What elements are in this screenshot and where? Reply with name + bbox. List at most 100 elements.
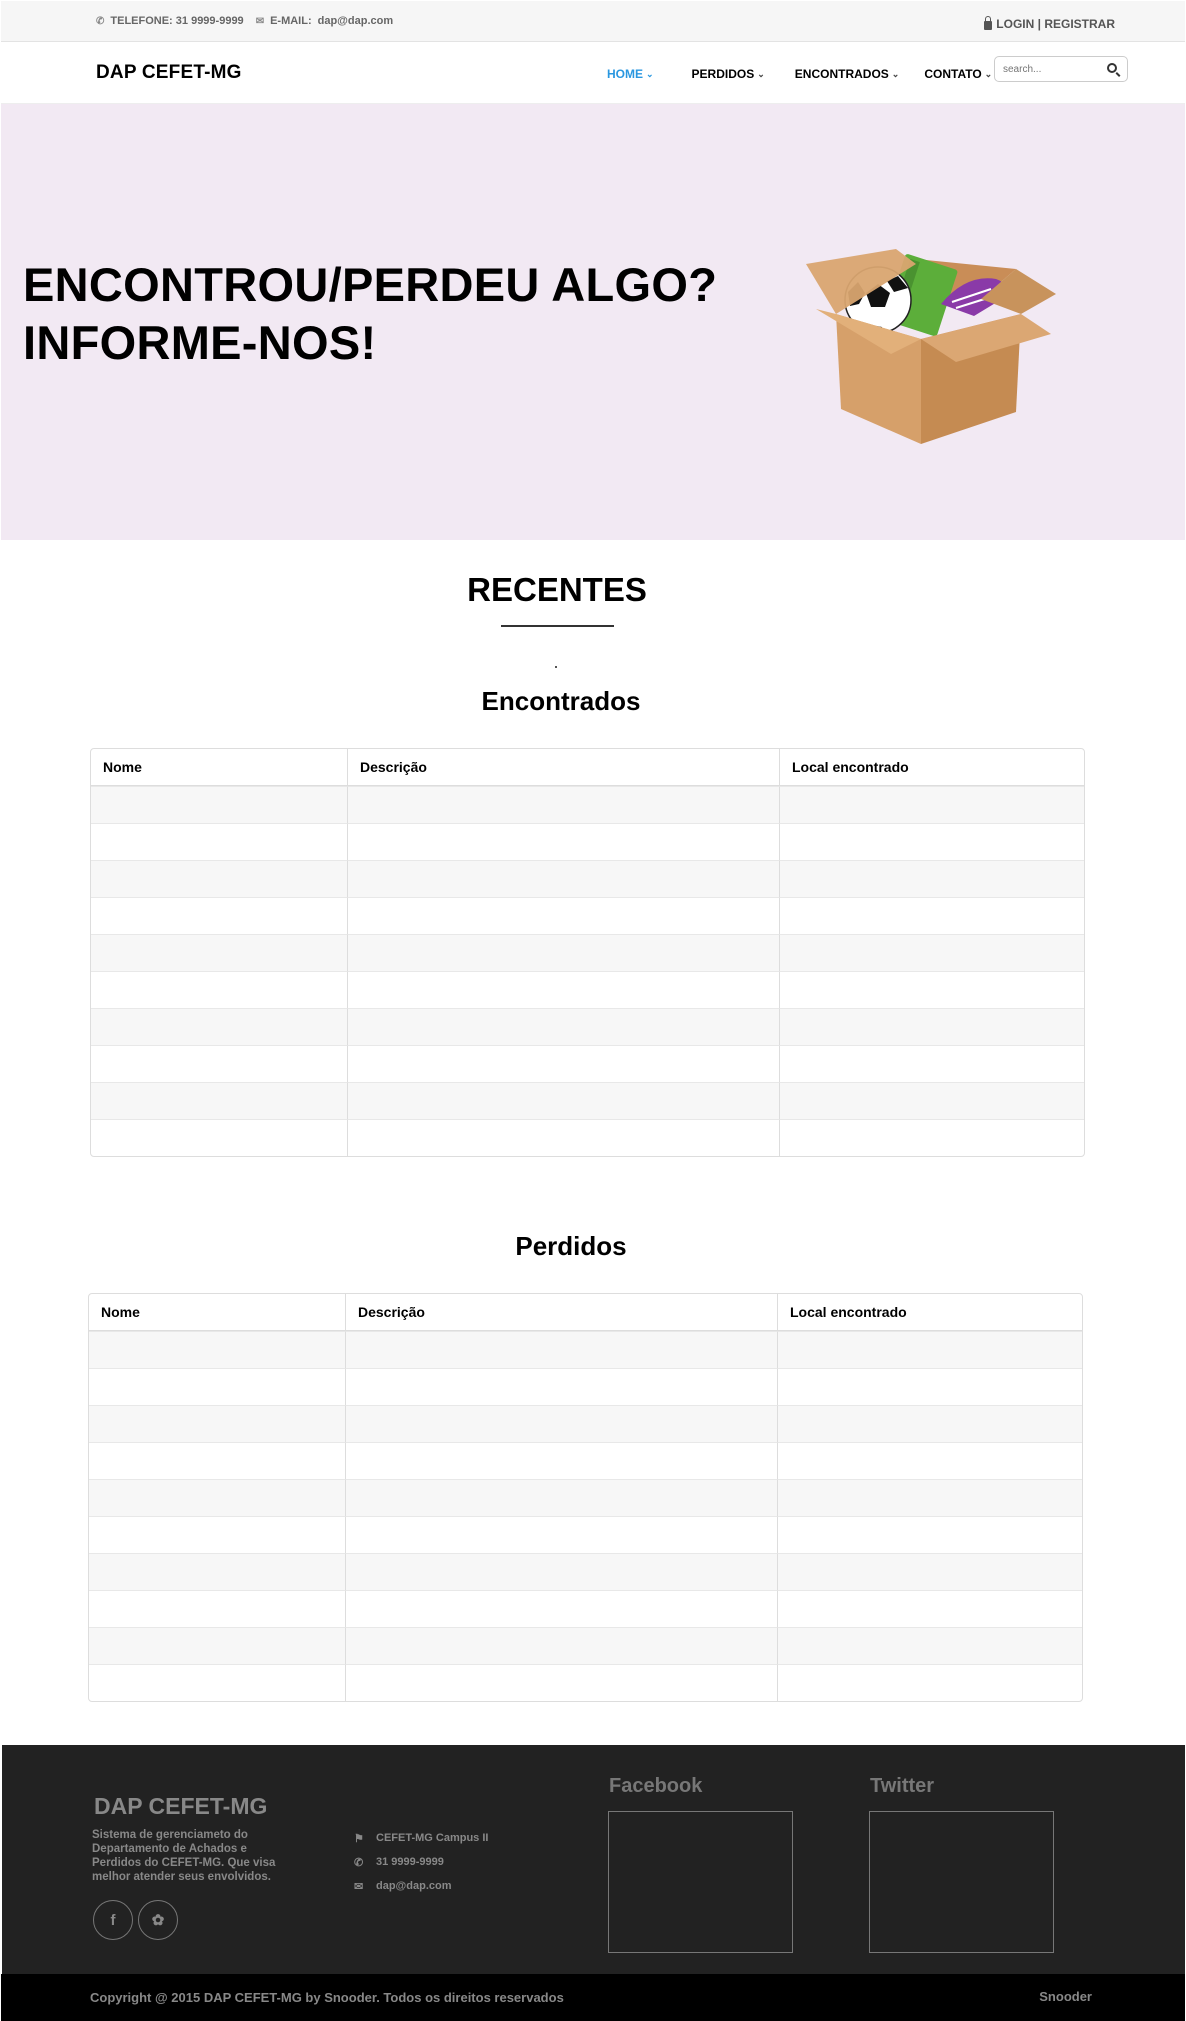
divider-dot — [555, 666, 557, 668]
table-cell — [778, 1627, 1082, 1664]
nav-item-label[interactable]: HOME — [607, 67, 643, 81]
top-bar: ✆ TELEFONE: 31 9999-9999 ✉ E-MAIL: dap@d… — [1, 1, 1185, 42]
table-row[interactable] — [91, 1045, 1084, 1082]
table-row[interactable] — [89, 1627, 1082, 1664]
twitter-widget[interactable] — [869, 1811, 1054, 1953]
table-cell — [91, 860, 348, 897]
perdidos-table: Nome Descrição Local encontrado — [88, 1293, 1083, 1702]
envelope-icon: ✉ — [354, 1880, 364, 1893]
table-row[interactable] — [89, 1664, 1082, 1701]
table-row[interactable] — [91, 934, 1084, 971]
twitter-widget-title: Twitter — [870, 1775, 935, 1797]
credit-link[interactable]: Snooder — [1039, 1989, 1092, 2004]
search-icon[interactable] — [1107, 63, 1117, 73]
table-cell — [89, 1479, 346, 1516]
table-cell — [780, 786, 1084, 823]
chevron-down-icon: ⌄ — [757, 68, 765, 79]
top-email-value[interactable]: dap@dap.com — [318, 15, 394, 27]
column-header-nome[interactable]: Nome — [89, 1294, 346, 1331]
twitter-icon[interactable]: ✿ — [138, 1900, 178, 1940]
table-row[interactable] — [91, 823, 1084, 860]
table-cell — [89, 1442, 346, 1479]
table-row[interactable] — [89, 1442, 1082, 1479]
table-cell — [91, 786, 348, 823]
lock-icon — [984, 16, 993, 30]
top-phone: TELEFONE: 31 9999-9999 — [110, 15, 244, 27]
chevron-down-icon: ⌄ — [984, 68, 993, 79]
table-cell — [778, 1664, 1082, 1701]
table-cell — [91, 1008, 348, 1045]
column-header-local[interactable]: Local encontrado — [780, 749, 1084, 786]
column-header-descricao[interactable]: Descrição — [348, 749, 780, 786]
table-row[interactable] — [91, 1008, 1084, 1045]
brand-logo[interactable]: DAP CEFET-MG — [96, 62, 242, 84]
table-cell — [780, 1119, 1084, 1156]
table-row[interactable] — [91, 897, 1084, 934]
table-row[interactable] — [91, 1082, 1084, 1119]
table-cell — [346, 1627, 778, 1664]
nav-item-encontrados[interactable]: ENCONTRADOS ⌄ — [795, 67, 900, 81]
table-row[interactable] — [91, 1119, 1084, 1156]
lost-and-found-box-illustration — [806, 249, 1056, 444]
encontrados-table: Nome Descrição Local encontrado — [90, 748, 1085, 1157]
table-cell — [348, 971, 780, 1008]
table-row[interactable] — [89, 1331, 1082, 1368]
login-register-link[interactable]: LOGIN | REGISTRAR — [984, 16, 1115, 31]
table-cell — [780, 1045, 1084, 1082]
nav-item-label[interactable]: CONTATO — [924, 67, 981, 81]
nav-item-contato[interactable]: CONTATO ⌄ — [924, 67, 992, 81]
table-header-row: Nome Descrição Local encontrado — [91, 749, 1084, 786]
table-cell — [89, 1405, 346, 1442]
table-header-row: Nome Descrição Local encontrado — [89, 1294, 1082, 1331]
search-input[interactable] — [1003, 58, 1103, 80]
table-cell — [91, 1045, 348, 1082]
table-cell — [91, 897, 348, 934]
table-row[interactable] — [89, 1516, 1082, 1553]
column-header-nome[interactable]: Nome — [91, 749, 348, 786]
table-cell — [346, 1405, 778, 1442]
table-row[interactable] — [89, 1368, 1082, 1405]
copyright-bar: Copyright @ 2015 DAP CEFET-MG by Snooder… — [1, 1974, 1185, 2021]
nav-item-label[interactable]: ENCONTRADOS — [795, 67, 889, 81]
table-cell — [89, 1331, 346, 1368]
hero-line-2: INFORME-NOS! — [23, 316, 377, 369]
footer-brand: DAP CEFET-MG — [94, 1793, 268, 1819]
footer-email[interactable]: dap@dap.com — [376, 1880, 452, 1892]
login-register-label[interactable]: LOGIN | REGISTRAR — [996, 17, 1115, 31]
table-row[interactable] — [91, 860, 1084, 897]
column-header-descricao[interactable]: Descrição — [346, 1294, 778, 1331]
table-cell — [780, 1082, 1084, 1119]
table-cell — [346, 1442, 778, 1479]
facebook-icon[interactable]: f — [93, 1900, 133, 1940]
chevron-down-icon: ⌄ — [891, 68, 900, 79]
table-row[interactable] — [89, 1405, 1082, 1442]
table-cell — [778, 1331, 1082, 1368]
nav-item-label[interactable]: PERDIDOS — [692, 67, 755, 81]
table-row[interactable] — [89, 1553, 1082, 1590]
table-cell — [346, 1553, 778, 1590]
table-row[interactable] — [89, 1479, 1082, 1516]
table-cell — [348, 897, 780, 934]
table-cell — [89, 1553, 346, 1590]
table-row[interactable] — [91, 971, 1084, 1008]
map-marker-icon: ⚑ — [354, 1832, 364, 1845]
column-header-local[interactable]: Local encontrado — [778, 1294, 1082, 1331]
facebook-widget[interactable] — [608, 1811, 793, 1953]
table-cell — [346, 1479, 778, 1516]
chevron-down-icon: ⌄ — [646, 68, 654, 79]
encontrados-heading: Encontrados — [481, 686, 641, 716]
nav-item-home[interactable]: HOME ⌄ — [607, 67, 654, 81]
table-cell — [780, 860, 1084, 897]
table-cell — [778, 1479, 1082, 1516]
table-cell — [348, 1082, 780, 1119]
table-cell — [778, 1442, 1082, 1479]
table-cell — [346, 1664, 778, 1701]
table-row[interactable] — [91, 786, 1084, 823]
footer: DAP CEFET-MG Sistema de gerenciameto do … — [2, 1745, 1185, 1974]
table-cell — [348, 1008, 780, 1045]
nav-item-perdidos[interactable]: PERDIDOS ⌄ — [692, 67, 765, 81]
table-row[interactable] — [89, 1590, 1082, 1627]
top-contact: ✆ TELEFONE: 31 9999-9999 ✉ E-MAIL: dap@d… — [96, 15, 393, 27]
table-cell — [780, 934, 1084, 971]
table-cell — [780, 971, 1084, 1008]
